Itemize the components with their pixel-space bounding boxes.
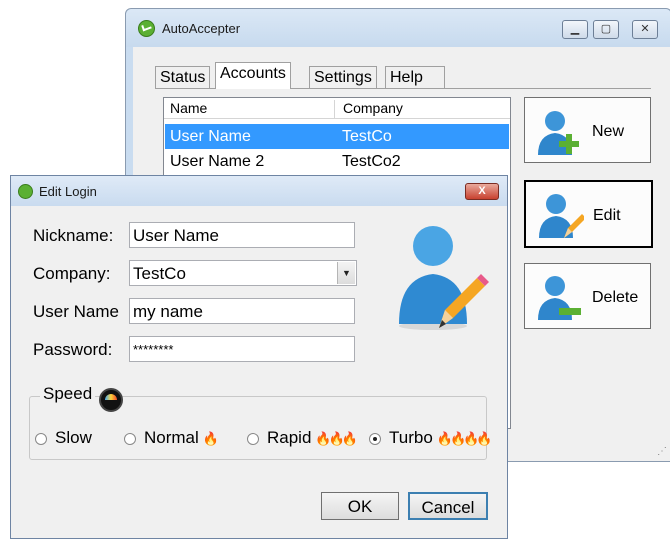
row-name: User Name <box>170 128 251 145</box>
password-field[interactable]: ******** <box>129 336 355 362</box>
close-window-button[interactable]: ✕ <box>632 20 658 39</box>
new-button[interactable]: New <box>524 97 651 163</box>
remove-user-icon <box>538 276 581 320</box>
radio-icon[interactable] <box>247 432 259 445</box>
speed-option-rapid[interactable]: Rapid 🔥🔥🔥 <box>247 428 358 448</box>
tab-accounts[interactable]: Accounts <box>215 62 291 89</box>
radio-label: Slow <box>55 428 92 447</box>
company-select-value: TestCo <box>133 264 186 283</box>
flame-icon: 🔥 <box>202 431 219 446</box>
column-header-name[interactable]: Name <box>170 100 207 116</box>
edit-user-icon <box>539 194 584 238</box>
app-logo-icon <box>138 20 155 37</box>
speed-option-normal[interactable]: Normal 🔥 <box>124 428 219 448</box>
flame-icon: 🔥🔥🔥🔥 <box>436 431 493 446</box>
new-button-label: New <box>592 123 625 140</box>
nickname-field[interactable]: User Name <box>129 222 355 248</box>
username-label: User Name <box>33 302 119 321</box>
main-window-title: AutoAccepter <box>162 21 241 36</box>
radio-icon[interactable] <box>369 432 381 445</box>
tab-settings[interactable]: Settings <box>309 66 377 88</box>
password-label: Password: <box>33 340 113 359</box>
main-titlebar[interactable]: AutoAccepter ▁ ▢ ✕ <box>126 9 670 47</box>
company-label: Company: <box>33 264 111 283</box>
minimize-button[interactable]: ▁ <box>562 20 588 39</box>
list-header: Name Company <box>164 98 510 119</box>
radio-label: Turbo <box>389 428 433 447</box>
row-name: User Name 2 <box>170 153 265 170</box>
edit-user-illustration-icon <box>399 226 489 330</box>
tab-help[interactable]: Help <box>385 66 445 88</box>
dialog-close-button[interactable]: X <box>465 183 499 200</box>
column-header-company[interactable]: Company <box>334 100 403 118</box>
nickname-label: Nickname: <box>33 226 114 245</box>
app-logo-icon <box>18 184 33 199</box>
dialog-titlebar[interactable]: Edit Login X <box>11 176 507 206</box>
speed-legend: Speed <box>40 384 96 404</box>
table-row[interactable]: User Name TestCo <box>165 124 509 149</box>
edit-login-dialog: Edit Login X Nickname: User Name Company… <box>10 175 508 539</box>
flame-icon: 🔥🔥🔥 <box>315 431 358 446</box>
delete-button[interactable]: Delete <box>524 263 651 329</box>
row-company: TestCo2 <box>342 153 401 170</box>
table-row[interactable]: User Name 2 TestCo2 <box>165 149 509 174</box>
cancel-button[interactable]: Cancel <box>408 492 488 520</box>
radio-icon[interactable] <box>124 432 136 445</box>
maximize-button[interactable]: ▢ <box>593 20 619 39</box>
radio-icon[interactable] <box>35 432 47 445</box>
chevron-down-icon[interactable]: ▼ <box>337 262 355 284</box>
delete-button-label: Delete <box>592 289 639 306</box>
speed-option-slow[interactable]: Slow <box>35 428 92 448</box>
dialog-title: Edit Login <box>39 184 97 199</box>
tab-status[interactable]: Status <box>155 66 211 88</box>
ok-button[interactable]: OK <box>321 492 399 520</box>
speed-option-turbo[interactable]: Turbo 🔥🔥🔥🔥 <box>369 428 493 448</box>
edit-button-label: Edit <box>593 207 621 224</box>
speedometer-icon <box>99 388 123 412</box>
add-user-icon <box>538 111 579 155</box>
username-field[interactable]: my name <box>129 298 355 324</box>
radio-label: Rapid <box>267 428 312 447</box>
resize-grip-icon[interactable]: ⋰ <box>657 446 667 457</box>
edit-button[interactable]: Edit <box>524 180 653 248</box>
row-company: TestCo <box>342 128 392 145</box>
radio-label: Normal <box>144 428 199 447</box>
company-select[interactable]: TestCo ▼ <box>129 260 357 286</box>
